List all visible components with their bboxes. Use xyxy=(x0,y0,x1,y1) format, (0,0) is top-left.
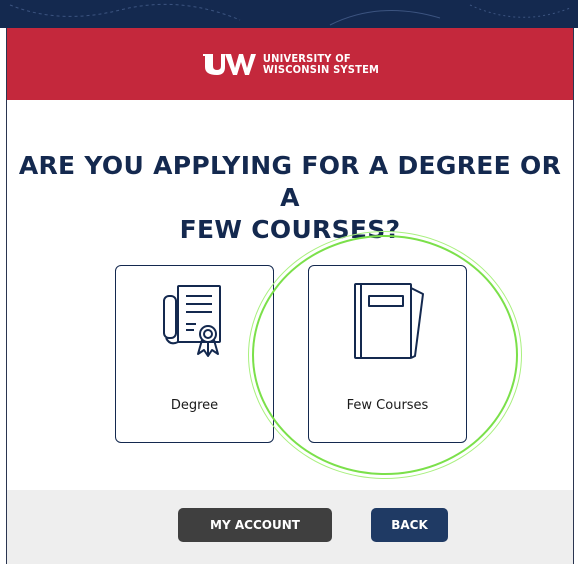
header-bar: UNIVERSITY OF WISCONSIN SYSTEM xyxy=(7,28,573,100)
decorative-lines xyxy=(9,3,571,26)
book-icon xyxy=(354,283,424,359)
footer-bar: MY ACCOUNT BACK xyxy=(7,490,573,564)
top-background xyxy=(0,0,578,28)
application-panel: UNIVERSITY OF WISCONSIN SYSTEM ARE YOU A… xyxy=(6,28,574,564)
uw-logo-icon xyxy=(202,54,256,75)
logo-line-2: WISCONSIN SYSTEM xyxy=(262,63,380,76)
few-courses-option-card[interactable]: Few Courses xyxy=(308,265,467,443)
my-account-button[interactable]: MY ACCOUNT xyxy=(178,508,332,542)
logo-text: UNIVERSITY OF WISCONSIN SYSTEM xyxy=(263,53,379,75)
degree-label: Degree xyxy=(170,398,219,413)
back-button[interactable]: BACK xyxy=(371,508,448,542)
uw-logo: UNIVERSITY OF WISCONSIN SYSTEM xyxy=(201,52,379,76)
few-courses-label: Few Courses xyxy=(346,398,429,413)
page-title: ARE YOU APPLYING FOR A DEGREE OR A FEW C… xyxy=(7,150,573,246)
page-title-line-1: ARE YOU APPLYING FOR A DEGREE OR A xyxy=(18,151,562,212)
diploma-icon xyxy=(163,285,221,357)
degree-option-card[interactable]: Degree xyxy=(115,265,274,443)
page-title-line-2: FEW COURSES? xyxy=(179,215,401,244)
